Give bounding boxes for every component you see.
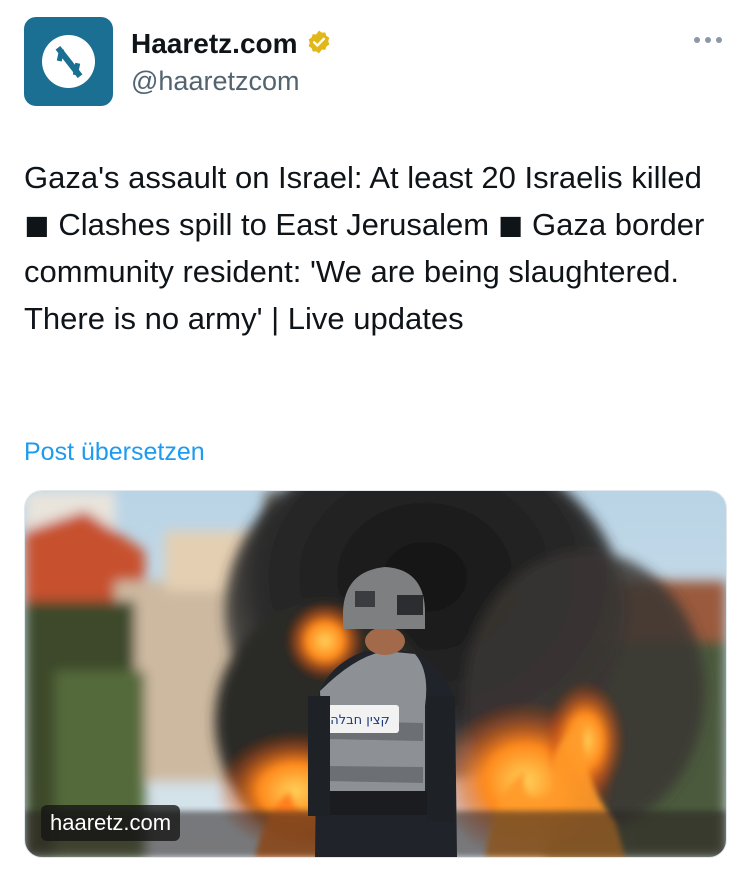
verified-badge-icon (306, 29, 332, 60)
display-name[interactable]: Haaretz.com (131, 27, 298, 61)
author-handle[interactable]: @haaretzcom (131, 64, 299, 98)
more-icon[interactable] (690, 30, 726, 50)
media-source-badge: haaretz.com (41, 805, 181, 841)
tweet-text: Gaza's assault on Israel: At least 20 Is… (24, 160, 713, 336)
avatar[interactable] (24, 17, 113, 106)
display-name-row[interactable]: Haaretz.com (131, 27, 332, 61)
tweet-media[interactable]: קצין חבלה haaretz.com (24, 490, 727, 858)
news-photo: קצין חבלה (25, 491, 726, 857)
haaretz-logo-icon (42, 35, 95, 88)
vest-label: קצין חבלה (330, 713, 389, 728)
translate-link[interactable]: Post übersetzen (24, 436, 205, 468)
